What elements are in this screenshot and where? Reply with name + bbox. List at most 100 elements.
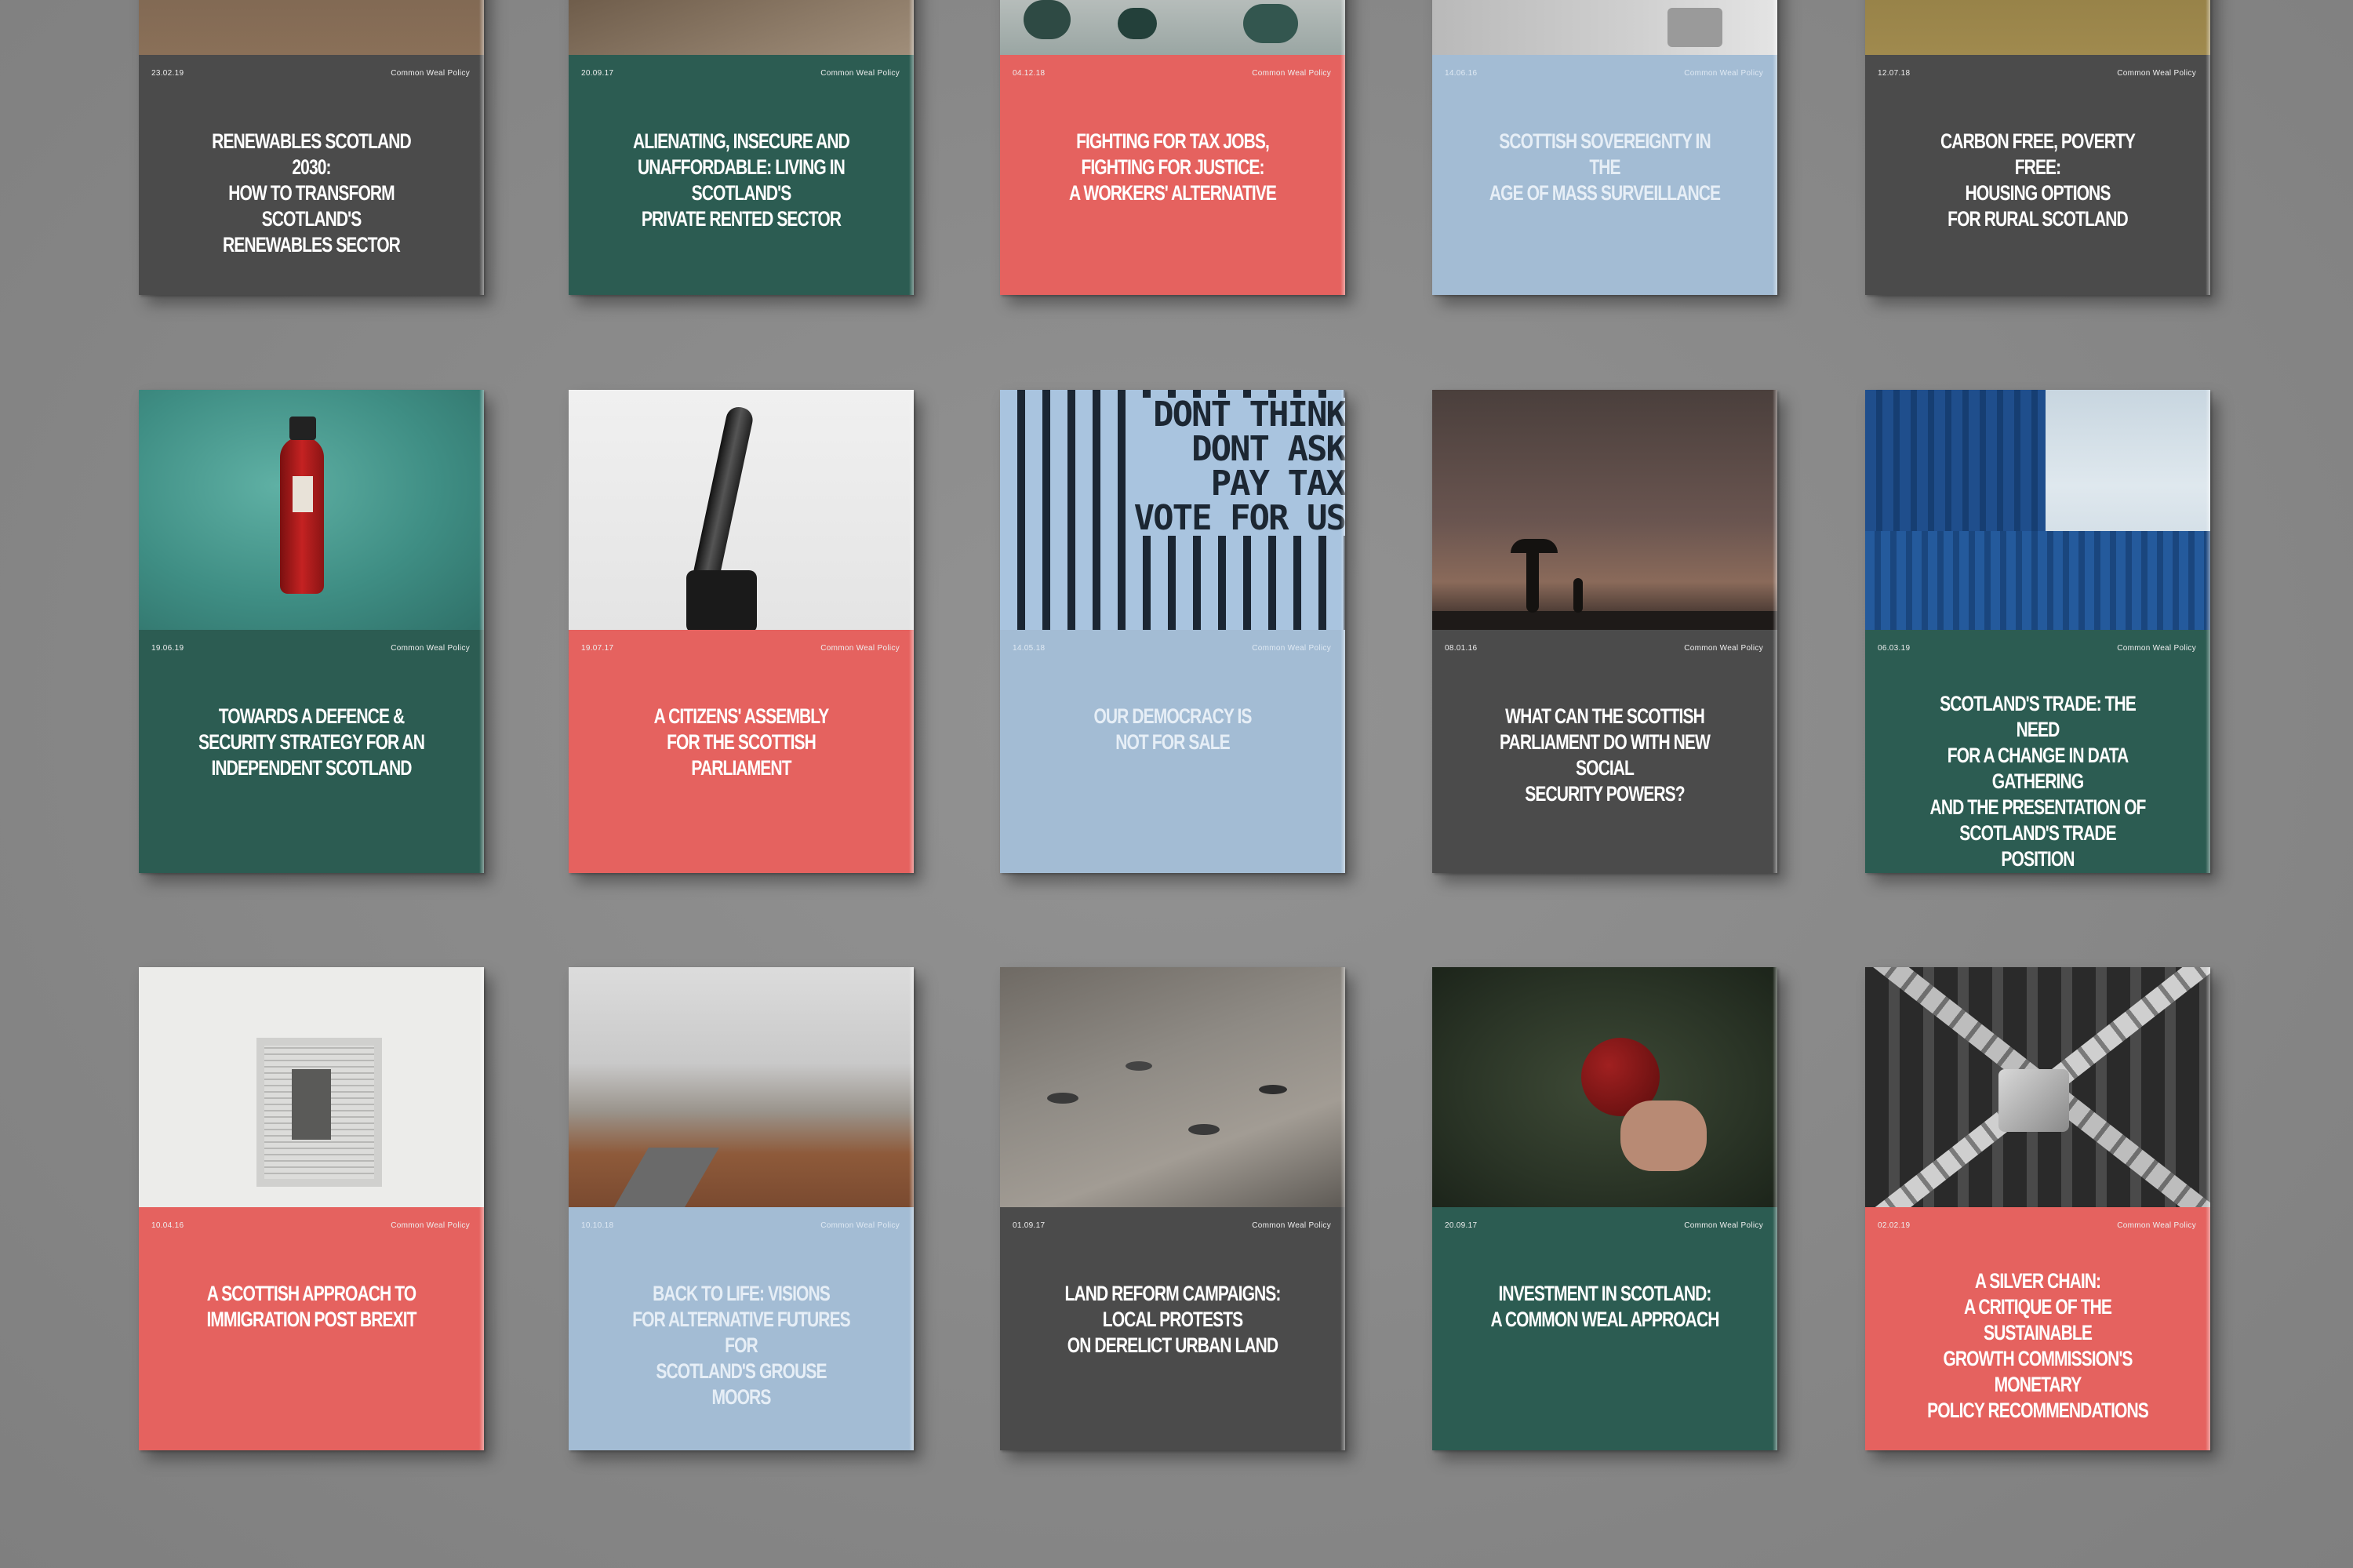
shipping-containers-photo [1865, 390, 2210, 630]
publication-date: 20.09.17 [1445, 1221, 1478, 1230]
publication-date: 10.04.16 [151, 1221, 184, 1230]
booklet-title: SCOTTISH SOVEREIGNTY IN THE AGE OF MASS … [1489, 129, 1721, 205]
container-shape [1865, 531, 2210, 630]
booklet-title: TOWARDS A DEFENCE & SECURITY STRATEGY FO… [198, 704, 425, 780]
booklet-renewables[interactable]: 23.02.19 Common Weal Policy RENEWABLES S… [139, 0, 484, 295]
publisher-label: Common Weal Policy [391, 69, 470, 78]
cover-band: 19.07.17 Common Weal Policy A CITIZENS' … [569, 630, 914, 873]
padlock-icon [1998, 1069, 2069, 1132]
fire-extinguisher-photo [139, 390, 484, 630]
publication-date: 01.09.17 [1013, 1221, 1046, 1230]
booklet-immigration[interactable]: 10.04.16 Common Weal Policy A SCOTTISH A… [139, 967, 484, 1450]
cover-band: 04.12.18 Common Weal Policy FIGHTING FOR… [1000, 55, 1345, 295]
figure-shape [1118, 8, 1157, 39]
publisher-label: Common Weal Policy [820, 1221, 900, 1230]
booklet-title: LAND REFORM CAMPAIGNS: LOCAL PROTESTS ON… [1064, 1282, 1281, 1357]
raised-hand-photo [569, 390, 914, 630]
highland-valley-photo [569, 967, 914, 1207]
road-shape [614, 1148, 719, 1207]
publication-date: 10.10.18 [581, 1221, 614, 1230]
pigeon-shape [1188, 1124, 1220, 1135]
cover-band: 02.02.19 Common Weal Policy A SILVER CHA… [1865, 1207, 2210, 1450]
publisher-label: Common Weal Policy [820, 644, 900, 653]
cover-band: 01.09.17 Common Weal Policy LAND REFORM … [1000, 1207, 1345, 1450]
moorland-photo [1865, 0, 2210, 55]
tabletop-background: 23.02.19 Common Weal Policy RENEWABLES S… [0, 0, 2353, 1568]
extinguisher-valve [289, 417, 316, 440]
publisher-label: Common Weal Policy [1252, 644, 1331, 653]
booklet-title: CARBON FREE, POVERTY FREE: HOUSING OPTIO… [1940, 129, 2136, 231]
booklet-title: INVESTMENT IN SCOTLAND: A COMMON WEAL AP… [1490, 1282, 1719, 1331]
booklet-trade[interactable]: 06.03.19 Common Weal Policy SCOTLAND'S T… [1865, 390, 2210, 873]
publisher-label: Common Weal Policy [391, 1221, 470, 1230]
booklet-private-rented[interactable]: 20.09.17 Common Weal Policy ALIENATING, … [569, 0, 914, 295]
publisher-label: Common Weal Policy [820, 69, 900, 78]
booklet-title: ALIENATING, INSECURE AND UNAFFORDABLE: L… [633, 129, 850, 231]
apple-tree-photo [1432, 967, 1777, 1207]
booklet-title: SCOTLAND'S TRADE: THE NEED FOR A CHANGE … [1929, 692, 2147, 871]
publication-date: 20.09.17 [581, 69, 614, 78]
cover-band: 14.05.18 Common Weal Policy OUR DEMOCRAC… [1000, 630, 1345, 873]
extinguisher-shape [280, 437, 324, 594]
publisher-label: Common Weal Policy [2117, 1221, 2196, 1230]
cover-band: 23.02.19 Common Weal Policy RENEWABLES S… [139, 55, 484, 295]
booklet-title: A SCOTTISH APPROACH TO IMMIGRATION POST … [206, 1282, 416, 1331]
cover-band: 14.06.16 Common Weal Policy SCOTTISH SOV… [1432, 55, 1777, 295]
booklet-social-security[interactable]: 08.01.16 Common Weal Policy WHAT CAN THE… [1432, 390, 1777, 873]
booklet-grouse-moors[interactable]: 10.10.18 Common Weal Policy BACK TO LIFE… [569, 967, 914, 1450]
publisher-label: Common Weal Policy [391, 644, 470, 653]
booklet-title: A CITIZENS' ASSEMBLY FOR THE SCOTTISH PA… [653, 704, 830, 780]
padlock-chain-photo [1865, 967, 2210, 1207]
publisher-label: Common Weal Policy [1684, 69, 1763, 78]
publisher-label: Common Weal Policy [1684, 1221, 1763, 1230]
camera-shape [1667, 8, 1722, 47]
booklet-title: A SILVER CHAIN: A CRITIQUE OF THE SUSTAI… [1927, 1269, 2149, 1422]
silhouette-shape [1526, 547, 1539, 613]
figure-shape [1024, 0, 1071, 39]
hand-shape [691, 404, 755, 588]
booklet-tax-jobs[interactable]: 04.12.18 Common Weal Policy FIGHTING FOR… [1000, 0, 1345, 295]
booklet-silver-chain[interactable]: 02.02.19 Common Weal Policy A SILVER CHA… [1865, 967, 2210, 1450]
hand-shape [1620, 1101, 1707, 1171]
cover-band: 08.01.16 Common Weal Policy WHAT CAN THE… [1432, 630, 1777, 873]
booklet-sovereignty[interactable]: 14.06.16 Common Weal Policy SCOTTISH SOV… [1432, 0, 1777, 295]
rocky-ground-photo [569, 0, 914, 55]
booklet-investment[interactable]: 20.09.17 Common Weal Policy INVESTMENT I… [1432, 967, 1777, 1450]
protest-poster-photo: DONT THINK DONT ASK PAY TAX VOTE FOR US [1000, 390, 1345, 630]
pigeon-shape [1259, 1085, 1287, 1094]
publisher-label: Common Weal Policy [2117, 69, 2196, 78]
meeting-overhead-photo [1000, 0, 1345, 55]
booklet-title: FIGHTING FOR TAX JOBS, FIGHTING FOR JUST… [1068, 129, 1277, 205]
cover-band: 20.09.17 Common Weal Policy INVESTMENT I… [1432, 1207, 1777, 1450]
publication-date: 06.03.19 [1878, 644, 1911, 653]
publication-date: 04.12.18 [1013, 69, 1046, 78]
publisher-label: Common Weal Policy [2117, 644, 2196, 653]
publisher-label: Common Weal Policy [1684, 644, 1763, 653]
figure-shape [1243, 4, 1298, 43]
cover-band: 20.09.17 Common Weal Policy ALIENATING, … [569, 55, 914, 295]
publisher-label: Common Weal Policy [1252, 69, 1331, 78]
booklet-title: OUR DEMOCRACY IS NOT FOR SALE [1093, 704, 1252, 754]
extinguisher-label [293, 476, 313, 512]
sleeve-shape [686, 570, 757, 630]
publication-date: 14.05.18 [1013, 644, 1046, 653]
publication-date: 19.07.17 [581, 644, 614, 653]
doorway-shape [292, 1069, 331, 1140]
booklet-title: WHAT CAN THE SCOTTISH PARLIAMENT DO WITH… [1500, 704, 1711, 806]
cover-band: 19.06.19 Common Weal Policy TOWARDS A DE… [139, 630, 484, 873]
umbrella-silhouette-photo [1432, 390, 1777, 630]
publication-date: 02.02.19 [1878, 1221, 1911, 1230]
booklet-democracy[interactable]: DONT THINK DONT ASK PAY TAX VOTE FOR US … [1000, 390, 1345, 873]
landscape-photo [139, 0, 484, 55]
booklet-citizens-assembly[interactable]: 19.07.17 Common Weal Policy A CITIZENS' … [569, 390, 914, 873]
cover-band: 10.04.16 Common Weal Policy A SCOTTISH A… [139, 1207, 484, 1450]
cover-band: 06.03.19 Common Weal Policy SCOTLAND'S T… [1865, 630, 2210, 873]
horizon-shape [1432, 611, 1777, 630]
booklet-land-reform[interactable]: 01.09.17 Common Weal Policy LAND REFORM … [1000, 967, 1345, 1450]
cover-band: 12.07.18 Common Weal Policy CARBON FREE,… [1865, 55, 2210, 295]
poster-text: DONT THINK DONT ASK PAY TAX VOTE FOR US [1133, 395, 1345, 538]
booklet-title: BACK TO LIFE: VISIONS FOR ALTERNATIVE FU… [632, 1282, 851, 1409]
doorways-photo [139, 967, 484, 1207]
booklet-carbon-free[interactable]: 12.07.18 Common Weal Policy CARBON FREE,… [1865, 0, 2210, 295]
booklet-defence[interactable]: 19.06.19 Common Weal Policy TOWARDS A DE… [139, 390, 484, 873]
